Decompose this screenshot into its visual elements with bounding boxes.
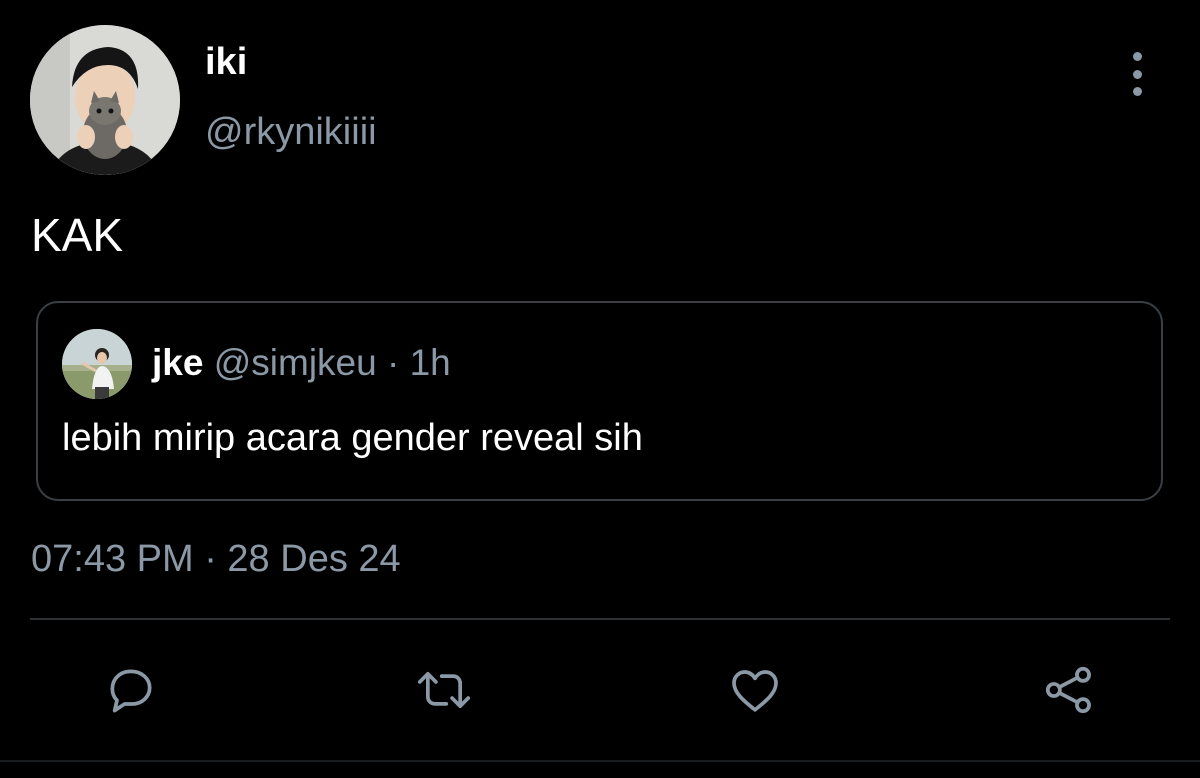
quoted-time: 1h bbox=[409, 342, 451, 383]
quoted-tweet-text: lebih mirip acara gender reveal sih bbox=[62, 417, 643, 459]
quoted-author-avatar bbox=[62, 329, 132, 399]
share-icon[interactable] bbox=[1039, 660, 1099, 720]
author-handle[interactable]: @rkynikiiii bbox=[205, 110, 377, 154]
quoted-separator: · bbox=[386, 342, 400, 383]
quoted-author-name: jke bbox=[152, 342, 204, 383]
quoted-author-handle: @simjkeu bbox=[213, 342, 377, 383]
bottom-divider bbox=[0, 760, 1200, 762]
tweet-timestamp: 07:43 PM · 28 Des 24 bbox=[31, 538, 401, 580]
author-avatar[interactable] bbox=[30, 25, 180, 175]
quoted-tweet-header: jke @simjkeu · 1h bbox=[152, 341, 451, 385]
retweet-icon[interactable] bbox=[414, 660, 474, 720]
reply-icon[interactable] bbox=[101, 660, 161, 720]
tweet-text: KAK bbox=[31, 209, 124, 261]
divider bbox=[30, 618, 1170, 620]
quoted-tweet-card[interactable]: jke @simjkeu · 1h lebih mirip acara gend… bbox=[36, 301, 1163, 501]
more-options-icon[interactable] bbox=[1122, 52, 1152, 96]
author-display-name[interactable]: iki bbox=[205, 40, 247, 84]
like-icon[interactable] bbox=[725, 660, 785, 720]
